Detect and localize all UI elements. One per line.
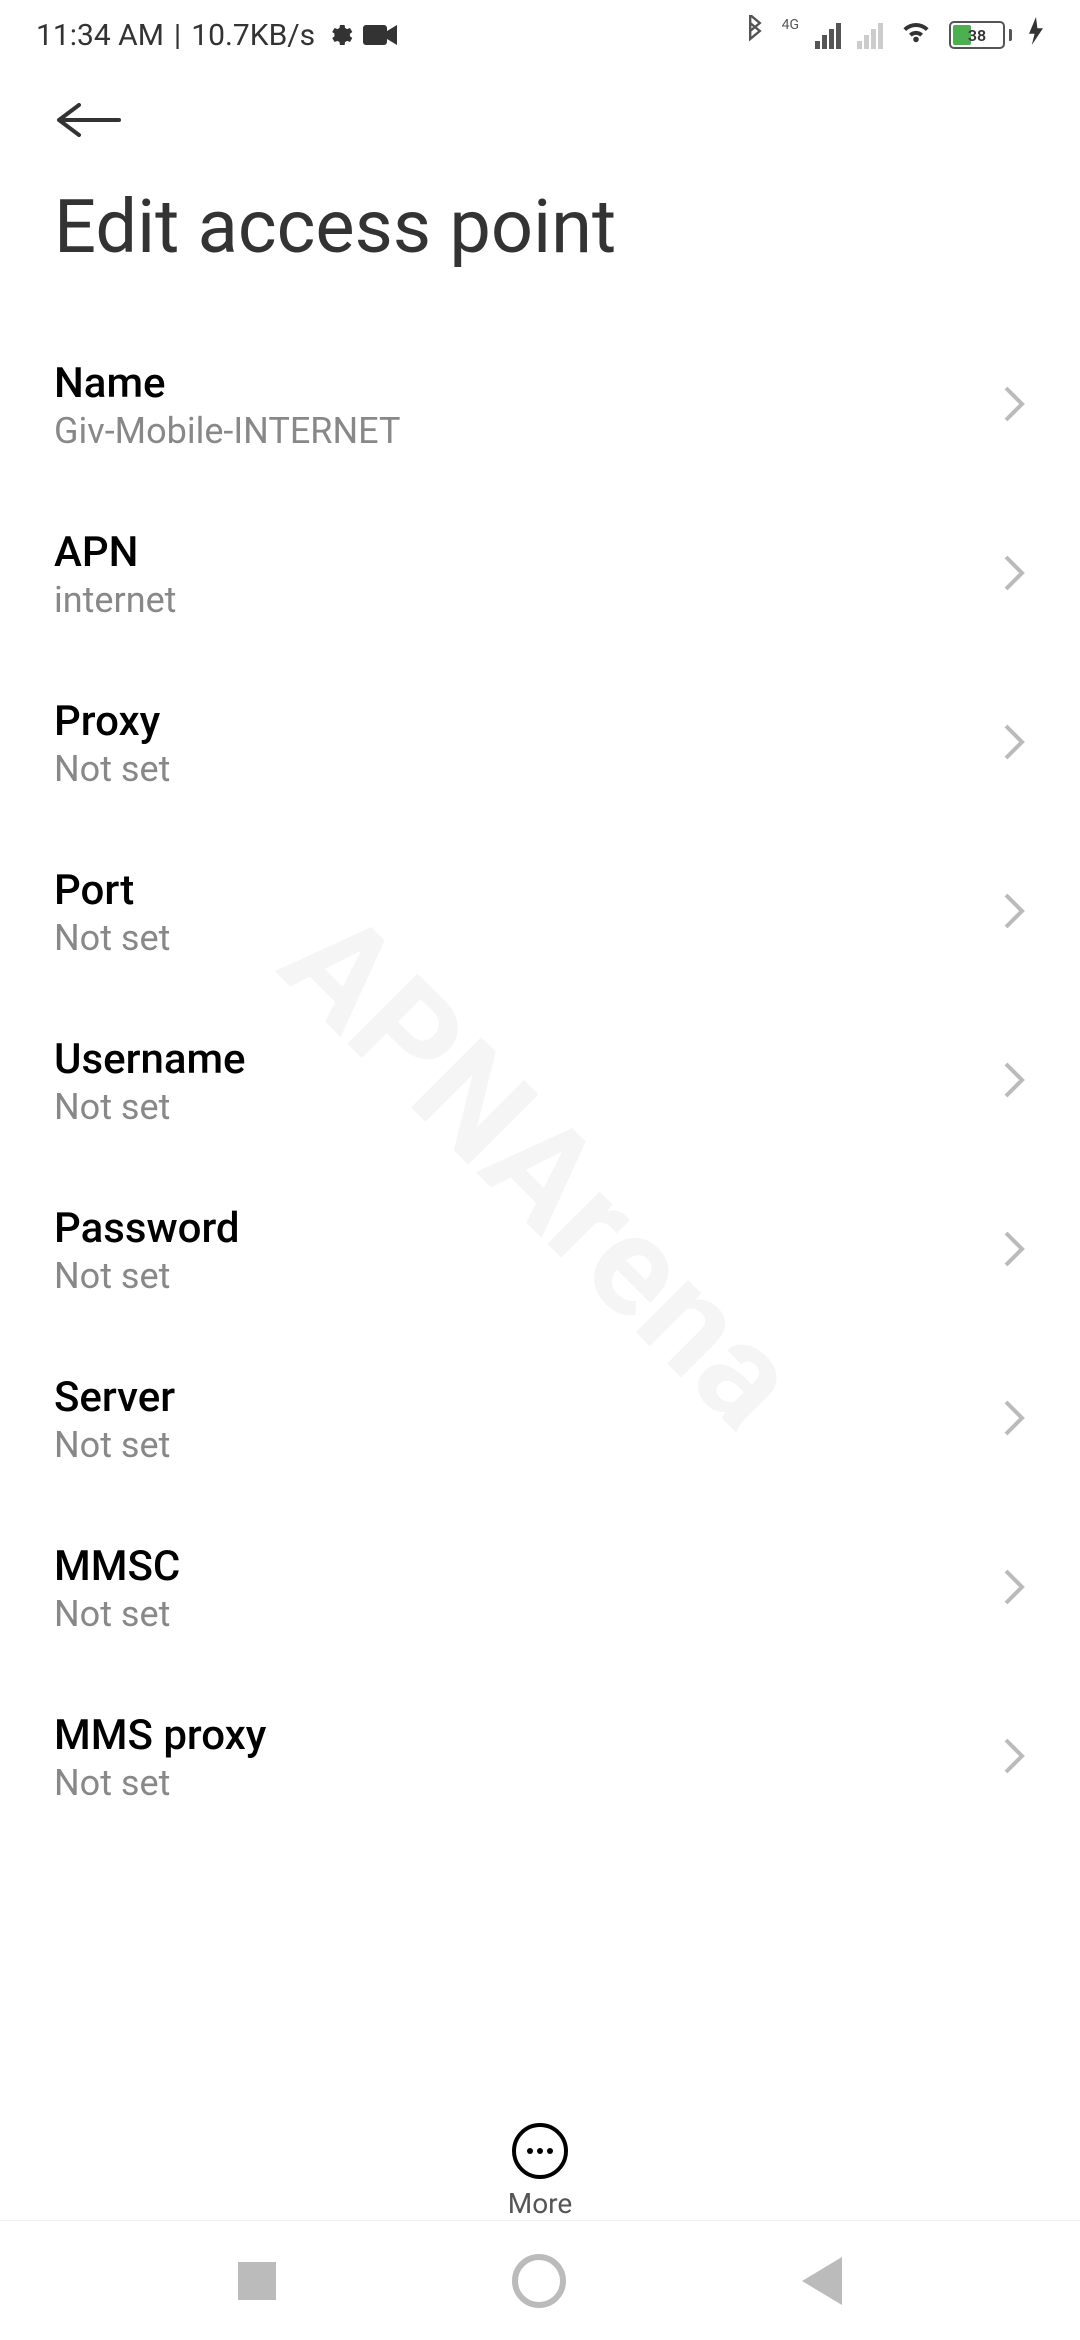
setting-label: Name bbox=[54, 359, 1002, 408]
more-button[interactable] bbox=[512, 2123, 568, 2179]
nav-recent-button[interactable] bbox=[238, 2262, 276, 2300]
setting-label: Password bbox=[54, 1204, 1002, 1253]
setting-item-username[interactable]: Username Not set bbox=[54, 997, 1026, 1166]
setting-label: Port bbox=[54, 866, 1002, 915]
bluetooth-icon bbox=[744, 15, 766, 55]
setting-label: Proxy bbox=[54, 697, 1002, 746]
signal-sim1-icon bbox=[815, 21, 841, 49]
battery-percent: 38 bbox=[968, 26, 986, 45]
setting-item-port[interactable]: Port Not set bbox=[54, 828, 1026, 997]
chevron-right-icon bbox=[1002, 722, 1026, 766]
setting-item-apn[interactable]: APN internet bbox=[54, 490, 1026, 659]
setting-value: Giv-Mobile-INTERNET bbox=[54, 410, 1002, 452]
wifi-icon bbox=[899, 17, 933, 53]
network-type-label: 4G bbox=[782, 17, 799, 33]
gear-icon bbox=[325, 21, 353, 49]
setting-label: MMSC bbox=[54, 1542, 1002, 1591]
bottom-action-bar: More bbox=[0, 2103, 1080, 2220]
setting-value: Not set bbox=[54, 1424, 1002, 1466]
chevron-right-icon bbox=[1002, 1229, 1026, 1273]
chevron-right-icon bbox=[1002, 891, 1026, 935]
more-label: More bbox=[508, 2187, 573, 2220]
battery-icon: 38 bbox=[949, 21, 1012, 49]
navigation-bar bbox=[0, 2220, 1080, 2340]
chevron-right-icon bbox=[1002, 1736, 1026, 1780]
nav-back-button[interactable] bbox=[802, 2257, 842, 2305]
setting-label: APN bbox=[54, 528, 1002, 577]
chevron-right-icon bbox=[1002, 1060, 1026, 1104]
setting-value: Not set bbox=[54, 917, 1002, 959]
setting-value: Not set bbox=[54, 1255, 1002, 1297]
setting-label: MMS proxy bbox=[54, 1711, 1002, 1760]
setting-item-name[interactable]: Name Giv-Mobile-INTERNET bbox=[54, 321, 1026, 490]
setting-value: Not set bbox=[54, 1086, 1002, 1128]
setting-value: Not set bbox=[54, 1762, 1002, 1804]
chevron-right-icon bbox=[1002, 384, 1026, 428]
nav-home-button[interactable] bbox=[512, 2254, 566, 2308]
status-netspeed: 10.7KB/s bbox=[191, 18, 315, 53]
page-title: Edit access point bbox=[0, 144, 1080, 321]
setting-value: Not set bbox=[54, 1593, 1002, 1635]
setting-item-mms-proxy[interactable]: MMS proxy Not set bbox=[54, 1673, 1026, 1842]
setting-value: internet bbox=[54, 579, 1002, 621]
setting-value: Not set bbox=[54, 748, 1002, 790]
setting-item-mmsc[interactable]: MMSC Not set bbox=[54, 1504, 1026, 1673]
setting-label: Server bbox=[54, 1373, 1002, 1422]
back-button[interactable] bbox=[54, 100, 124, 144]
chevron-right-icon bbox=[1002, 1567, 1026, 1611]
setting-label: Username bbox=[54, 1035, 1002, 1084]
chevron-right-icon bbox=[1002, 1398, 1026, 1442]
status-time: 11:34 AM bbox=[36, 18, 164, 53]
chevron-right-icon bbox=[1002, 553, 1026, 597]
camera-icon bbox=[363, 23, 397, 47]
signal-sim2-icon bbox=[857, 21, 883, 49]
setting-item-proxy[interactable]: Proxy Not set bbox=[54, 659, 1026, 828]
charging-icon bbox=[1028, 17, 1044, 53]
status-separator: | bbox=[174, 18, 181, 53]
settings-list: Name Giv-Mobile-INTERNET APN internet Pr… bbox=[0, 321, 1080, 1842]
setting-item-server[interactable]: Server Not set bbox=[54, 1335, 1026, 1504]
setting-item-password[interactable]: Password Not set bbox=[54, 1166, 1026, 1335]
status-bar: 11:34 AM | 10.7KB/s 4G bbox=[0, 0, 1080, 70]
